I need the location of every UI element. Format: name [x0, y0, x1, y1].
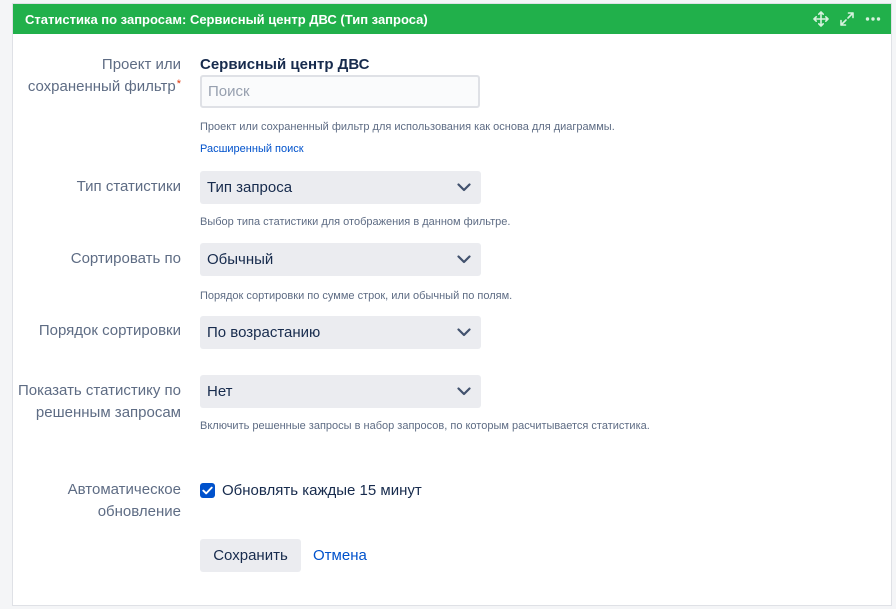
sort-by-select[interactable]: Обычный — [200, 243, 481, 276]
chevron-down-icon — [457, 255, 471, 264]
chevron-down-icon — [457, 183, 471, 192]
show-resolved-select-wrap: Нет — [200, 375, 481, 408]
move-icon[interactable] — [813, 11, 829, 27]
form-actions: Сохранить — [200, 539, 301, 572]
auto-refresh-checkbox-label[interactable]: Обновлять каждые 15 минут — [222, 482, 422, 499]
stat-type-select-wrap: Тип запроса — [200, 171, 481, 204]
sort-by-value: Обычный — [207, 251, 274, 268]
more-icon[interactable] — [865, 11, 881, 27]
cancel-link[interactable]: Отмена — [313, 547, 367, 564]
auto-refresh-checkbox[interactable] — [200, 483, 215, 498]
show-resolved-select[interactable]: Нет — [200, 375, 481, 408]
header-actions — [813, 11, 881, 27]
show-resolved-label: Показать статистику по решенным запросам — [17, 382, 181, 421]
sort-by-select-wrap: Обычный — [200, 243, 481, 276]
project-label-text: Проект или сохраненный фильтр — [27, 56, 181, 95]
sort-order-select-wrap: По возрастанию — [200, 316, 481, 349]
sort-order-value: По возрастанию — [207, 324, 321, 341]
project-search-input[interactable] — [200, 75, 480, 108]
stat-type-description: Выбор типа статистики для отображения в … — [200, 216, 511, 228]
auto-refresh-label: Автоматическое обновление — [67, 481, 181, 520]
sort-order-select[interactable]: По возрастанию — [200, 316, 481, 349]
gadget-header: Статистика по запросам: Сервисный центр … — [13, 4, 891, 34]
cancel-link-wrap: Отмена — [313, 547, 367, 565]
project-search-wrap — [200, 75, 480, 108]
expand-icon[interactable] — [839, 11, 855, 27]
show-resolved-value: Нет — [207, 383, 233, 400]
save-button[interactable]: Сохранить — [200, 539, 301, 572]
project-name: Сервисный центр ДВС — [200, 56, 370, 73]
sort-order-label: Порядок сортировки — [38, 322, 181, 339]
chevron-down-icon — [457, 328, 471, 337]
gadget-title: Статистика по запросам: Сервисный центр … — [25, 11, 428, 27]
project-selected-name: Сервисный центр ДВС — [200, 56, 369, 74]
project-field-label: Проект или сохраненный фильтр* — [11, 54, 181, 98]
checkmark-icon — [202, 486, 213, 495]
chevron-down-icon — [457, 387, 471, 396]
stat-type-value: Тип запроса — [207, 179, 293, 196]
auto-refresh-control: Обновлять каждые 15 минут — [200, 482, 422, 499]
show-resolved-description: Включить решенные запросы в набор запрос… — [200, 420, 650, 432]
stat-type-select[interactable]: Тип запроса — [200, 171, 481, 204]
sort-by-label: Сортировать по — [70, 250, 181, 267]
advanced-search-link[interactable]: Расширенный поиск — [200, 142, 304, 156]
auto-refresh-row: Обновлять каждые 15 минут — [200, 482, 422, 499]
sort-by-description: Порядок сортировки по сумме строк, или о… — [200, 290, 513, 302]
project-description: Проект или сохраненный фильтр для исполь… — [200, 121, 615, 133]
stat-type-label: Тип статистики — [76, 178, 181, 195]
required-marker: * — [176, 78, 181, 90]
gadget-panel: Статистика по запросам: Сервисный центр … — [12, 3, 892, 606]
